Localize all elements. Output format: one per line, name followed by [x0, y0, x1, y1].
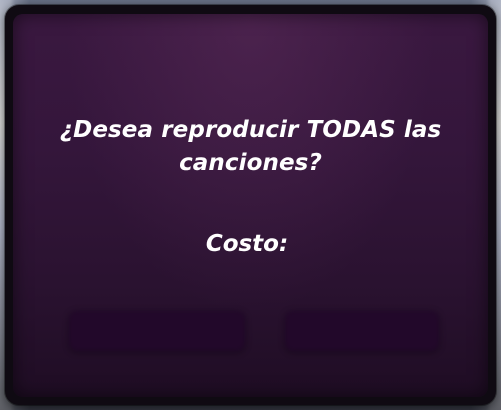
confirm-button[interactable]: [69, 311, 245, 351]
cost-label: Costo:: [205, 231, 289, 257]
confirm-dialog: ¿Desea reproducir TODAS las canciones? C…: [13, 14, 488, 397]
cancel-button-label: [285, 311, 439, 351]
confirm-button-label: [69, 311, 245, 351]
cost-row: Costo:: [13, 228, 488, 261]
dialog-question: ¿Desea reproducir TODAS las canciones?: [59, 117, 442, 176]
dialog-frame: ¿Desea reproducir TODAS las canciones? C…: [5, 5, 496, 405]
cancel-button[interactable]: [285, 311, 439, 351]
